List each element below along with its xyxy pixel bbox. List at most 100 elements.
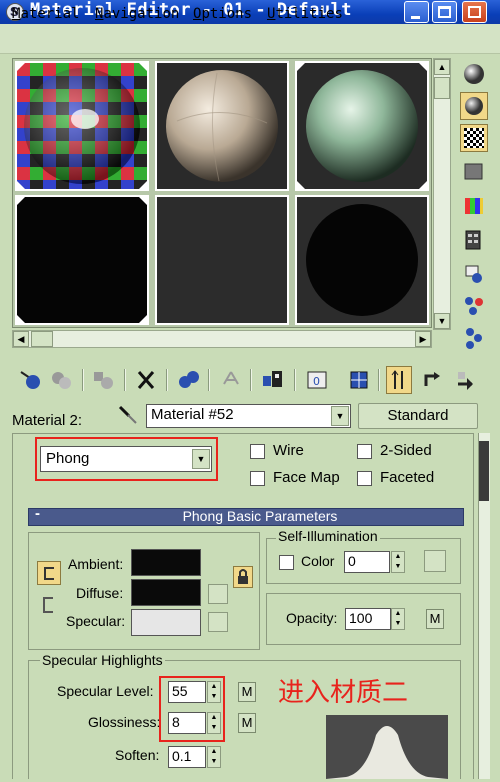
material-name-field[interactable]: Material #52 ▼ — [146, 404, 351, 428]
menu-material-rest: aterial — [20, 6, 80, 22]
hscroll-thumb[interactable] — [31, 331, 53, 347]
backlight-icon[interactable] — [460, 92, 488, 120]
video-color-check-icon[interactable] — [460, 192, 488, 220]
toolbar-separator — [82, 369, 84, 391]
scroll-up-button[interactable]: ▲ — [434, 59, 450, 75]
highlight-box-specular — [159, 676, 225, 742]
go-to-sibling-icon[interactable] — [452, 366, 478, 394]
background-checker-icon[interactable] — [460, 124, 488, 152]
material-map-navigator-icon[interactable] — [460, 324, 488, 352]
show-end-result-icon[interactable] — [346, 366, 372, 394]
black-sphere-preview — [306, 204, 418, 316]
svg-text:0: 0 — [313, 375, 320, 388]
sample-slot-5[interactable] — [155, 195, 289, 325]
sample-uv-tiling-icon[interactable] — [460, 158, 488, 186]
self-illum-spinner[interactable]: ▲ ▼ — [391, 551, 405, 573]
rollout-collapse-toggle[interactable]: - — [35, 505, 40, 522]
show-map-in-viewport-icon[interactable]: 0 — [304, 366, 330, 394]
sample-slot-4[interactable] — [15, 195, 149, 325]
sample-slot-2[interactable] — [155, 61, 289, 191]
self-illum-value-field[interactable]: 0 — [344, 551, 390, 573]
put-to-scene-icon[interactable] — [48, 366, 74, 394]
slots-horizontal-scrollbar[interactable]: ◀ ▶ — [12, 330, 432, 348]
pick-material-eyedropper-icon[interactable] — [115, 402, 141, 428]
specular-highlights-label: Specular Highlights — [40, 652, 165, 668]
maximize-button[interactable] — [432, 1, 457, 23]
select-by-material-icon[interactable] — [460, 292, 488, 320]
material-effects-channel-icon[interactable] — [260, 366, 286, 394]
go-forward-to-sibling-icon[interactable] — [420, 366, 446, 394]
faceted-checkbox[interactable] — [357, 471, 372, 486]
toolbar-separator — [378, 369, 380, 391]
chevron-down-icon[interactable]: ▼ — [331, 406, 349, 426]
diffuse-label: Diffuse: — [76, 585, 124, 601]
get-material-icon[interactable] — [18, 366, 44, 394]
wire-label: Wire — [273, 442, 304, 459]
scroll-right-button[interactable]: ▶ — [415, 331, 431, 347]
slots-vertical-scrollbar[interactable]: ▲ ▼ — [433, 58, 451, 330]
soften-spinner[interactable]: ▲ ▼ — [207, 746, 221, 768]
scroll-down-button[interactable]: ▼ — [434, 313, 450, 329]
diffuse-map-button[interactable] — [208, 584, 228, 604]
faceted-label: Faceted — [380, 469, 435, 486]
menu-options[interactable]: Options — [193, 6, 252, 22]
two-sided-checkbox[interactable] — [357, 444, 372, 459]
self-illum-map-button[interactable] — [424, 550, 446, 572]
minimize-button[interactable] — [404, 1, 429, 23]
ambient-label: Ambient: — [68, 556, 124, 572]
ambient-color-swatch[interactable] — [131, 549, 201, 576]
options-icon[interactable] — [460, 260, 488, 288]
opacity-spinner[interactable]: ▲ ▼ — [391, 608, 405, 630]
menu-bar — [0, 24, 500, 54]
panel-scrollbar[interactable] — [478, 433, 490, 779]
menu-material[interactable]: Material — [12, 6, 79, 22]
specular-map-button[interactable] — [208, 612, 228, 632]
menu-utilities[interactable]: Utilities — [267, 6, 343, 22]
close-button[interactable] — [462, 1, 487, 23]
sample-type-icon[interactable] — [460, 60, 488, 88]
wire-checkbox[interactable] — [250, 444, 265, 459]
soften-label: Soften: — [115, 747, 160, 763]
scroll-left-button[interactable]: ◀ — [13, 331, 29, 347]
toolbar-separator — [208, 369, 210, 391]
opacity-map-button[interactable]: M — [426, 609, 444, 629]
specular-color-swatch[interactable] — [131, 609, 201, 636]
make-unique-icon[interactable] — [176, 366, 202, 394]
toolbar-separator — [124, 369, 126, 391]
lock-icon[interactable] — [233, 566, 253, 588]
toolbar-separator — [250, 369, 252, 391]
material-type-button[interactable]: Standard — [358, 403, 478, 429]
lock-diffuse-specular-icon[interactable] — [37, 594, 61, 618]
assign-material-icon[interactable] — [90, 366, 116, 394]
face-map-label: Face Map — [273, 469, 340, 486]
self-illum-color-checkbox[interactable] — [279, 555, 294, 570]
sample-slot-3[interactable] — [295, 61, 429, 191]
menu-navigation-rest: avigation — [103, 6, 180, 22]
specular-label: Specular: — [66, 613, 126, 629]
beige-sphere-preview — [157, 63, 287, 189]
put-to-library-icon[interactable] — [218, 366, 244, 394]
go-to-parent-icon[interactable] — [386, 366, 412, 394]
two-sided-label: 2-Sided — [380, 442, 432, 459]
glossiness-label: Glossiness: — [88, 714, 161, 730]
sample-slot-1[interactable] — [15, 61, 149, 191]
menu-navigation[interactable]: Navigation — [95, 6, 179, 22]
face-map-checkbox[interactable] — [250, 471, 265, 486]
glossiness-map-button[interactable]: M — [238, 713, 256, 733]
diffuse-color-swatch[interactable] — [131, 579, 201, 606]
make-preview-icon[interactable] — [460, 226, 488, 254]
green-sphere-preview — [297, 63, 427, 189]
toolbar-separator — [166, 369, 168, 391]
material-name-value: Material #52 — [151, 406, 234, 423]
annotation-text: 进入材质二 — [278, 678, 409, 708]
soften-field[interactable]: 0.1 — [168, 746, 206, 768]
checker-sphere-preview — [17, 63, 147, 189]
lock-ambient-diffuse-icon[interactable] — [37, 561, 61, 585]
reset-map-icon[interactable] — [134, 366, 160, 394]
scroll-thumb[interactable] — [434, 77, 450, 99]
sample-slot-6[interactable] — [295, 195, 429, 325]
specular-level-label: Specular Level: — [57, 683, 154, 699]
panel-scroll-thumb[interactable] — [479, 441, 489, 501]
specular-level-map-button[interactable]: M — [238, 682, 256, 702]
opacity-value-field[interactable]: 100 — [345, 608, 391, 630]
